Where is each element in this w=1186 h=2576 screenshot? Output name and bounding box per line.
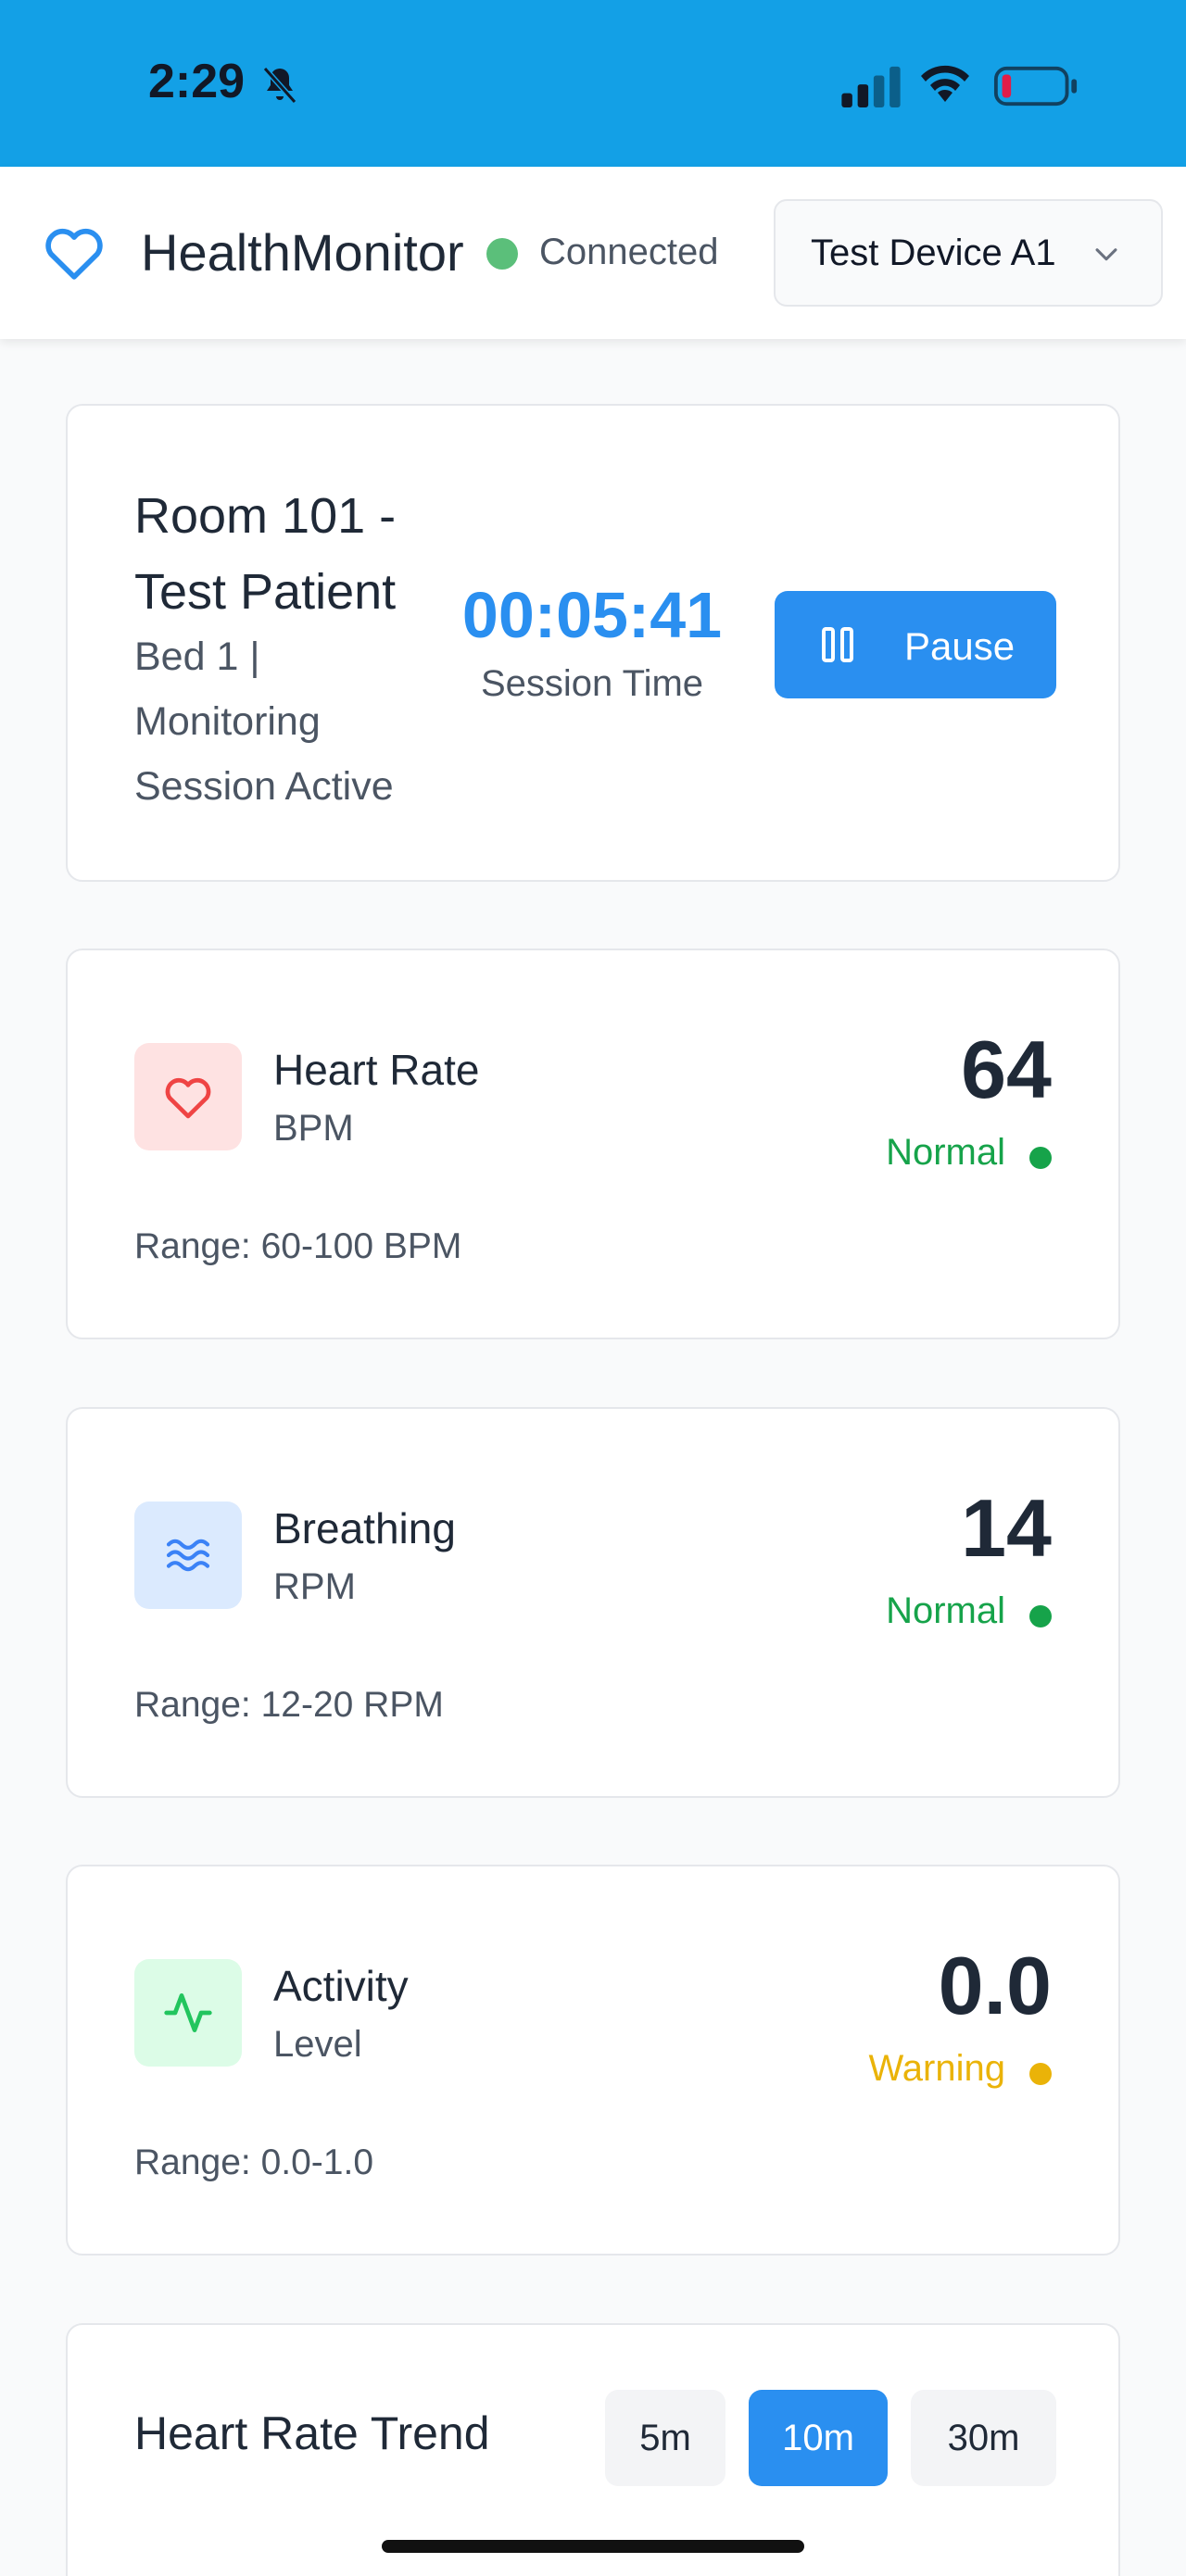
pause-button[interactable]: Pause	[775, 591, 1056, 698]
app-title: HealthMonitor	[141, 223, 464, 282]
activity-icon	[164, 1993, 212, 2032]
device-select-value: Test Device A1	[811, 232, 1056, 273]
session-timer-label: Session Time	[480, 663, 704, 704]
metric-range: Range: 12-20 RPM	[134, 1685, 444, 1725]
connection-status: Connected	[539, 232, 719, 272]
bell-slash-icon	[262, 67, 297, 104]
home-indicator	[382, 2540, 804, 2553]
connection-dot	[486, 238, 518, 270]
metric-status: Normal	[886, 1590, 1005, 1631]
metric-name: Heart Rate	[273, 1046, 480, 1094]
range-5m-button[interactable]: 5m	[605, 2390, 725, 2486]
heart-outline-icon	[45, 229, 103, 280]
status-dot	[1029, 2063, 1052, 2085]
range-10m-button[interactable]: 10m	[749, 2390, 888, 2486]
metric-value: 64	[961, 1024, 1052, 1115]
heart-rate-card: Heart Rate BPM 64 Normal Range: 60-100 B…	[66, 949, 1120, 1339]
heart-rate-icon-box	[134, 1043, 242, 1150]
wifi-icon	[921, 65, 969, 102]
activity-icon-box	[134, 1959, 242, 2067]
breathing-card: Breathing RPM 14 Normal Range: 12-20 RPM	[66, 1407, 1120, 1798]
breathing-icon-box	[134, 1502, 242, 1609]
chevron-down-icon	[1095, 248, 1117, 261]
metric-unit: BPM	[273, 1108, 354, 1149]
heart-icon	[165, 1077, 211, 1119]
status-dot	[1029, 1605, 1052, 1627]
range-30m-button[interactable]: 30m	[911, 2390, 1056, 2486]
metric-unit: Level	[273, 2024, 362, 2065]
status-dot	[1029, 1147, 1052, 1169]
signal-icon	[841, 66, 901, 107]
metric-name: Activity	[273, 1962, 409, 2010]
metric-range: Range: 60-100 BPM	[134, 1226, 462, 1266]
app-header: HealthMonitor Connected Test Device A1	[0, 167, 1186, 339]
session-subtitle: Bed 1 | Monitoring Session Active	[134, 635, 394, 809]
metric-range: Range: 0.0-1.0	[134, 2142, 374, 2182]
session-timer: 00:05:41	[461, 579, 723, 651]
metric-status: Warning	[868, 2048, 1005, 2089]
metric-value: 0.0	[938, 1940, 1052, 2031]
trend-card: Heart Rate Trend 5m 10m 30m	[66, 2323, 1120, 2576]
metric-value: 14	[961, 1482, 1052, 1574]
trend-title: Heart Rate Trend	[134, 2407, 490, 2459]
metric-unit: RPM	[273, 1566, 356, 1607]
pause-label: Pause	[904, 624, 1016, 668]
activity-card: Activity Level 0.0 Warning Range: 0.0-1.…	[66, 1865, 1120, 2256]
battery-low-icon	[993, 66, 1078, 107]
metric-status: Normal	[886, 1132, 1005, 1173]
pause-icon	[822, 627, 853, 662]
status-bar: 2:29	[0, 0, 1186, 167]
metric-name: Breathing	[273, 1504, 456, 1552]
waves-icon	[166, 1539, 210, 1572]
device-select[interactable]: Test Device A1	[774, 199, 1163, 307]
status-time: 2:29	[148, 55, 246, 108]
room-title: Room 101 - Test Patient	[134, 488, 397, 620]
session-card: Room 101 - Test Patient Bed 1 | Monitori…	[66, 404, 1120, 882]
